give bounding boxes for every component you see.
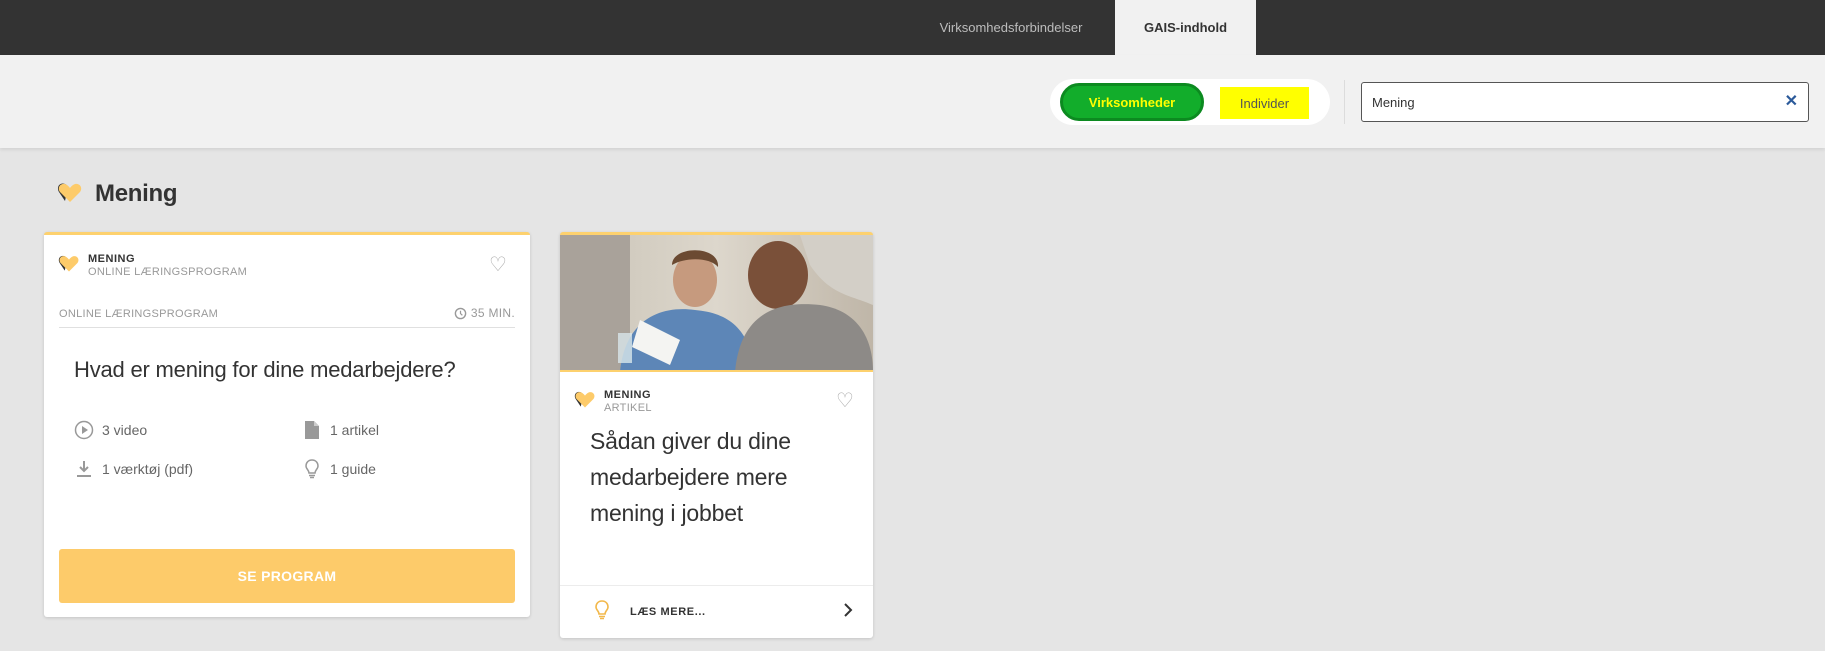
tab-gais-indhold[interactable]: GAIS-indhold xyxy=(1115,0,1256,55)
heart-icon xyxy=(574,389,596,414)
resource-item: 3 video xyxy=(74,420,147,440)
top-nav: Virksomhedsforbindelser GAIS-indhold xyxy=(0,0,1825,55)
chevron-right-icon[interactable] xyxy=(843,603,853,622)
card-category: MENING xyxy=(604,389,651,401)
lightbulb-icon xyxy=(594,600,610,625)
resource-label: 1 artikel xyxy=(330,422,380,438)
card-meta: ONLINE LÆRINGSPROGRAM 35 MIN. xyxy=(59,306,515,328)
search-input[interactable] xyxy=(1372,83,1772,121)
filter-bar: Virksomheder Individer ✕ xyxy=(0,55,1825,148)
favorite-heart-icon[interactable]: ♡ xyxy=(489,255,507,275)
section-title: Mening xyxy=(95,180,178,207)
card-subcategory: ONLINE LÆRINGSPROGRAM xyxy=(88,266,248,278)
duration: 35 MIN. xyxy=(454,306,515,320)
section-heading: Mening xyxy=(57,180,178,208)
card-header: MENING ARTIKEL xyxy=(574,389,652,415)
see-program-button[interactable]: SE PROGRAM xyxy=(59,549,515,603)
play-icon xyxy=(74,420,94,440)
card-subcategory: ARTIKEL xyxy=(604,402,652,414)
card-category: MENING xyxy=(88,253,135,265)
document-icon xyxy=(302,420,322,440)
duration-text: 35 MIN. xyxy=(470,306,515,320)
card-footer[interactable]: LÆS MERE... xyxy=(560,585,873,638)
lightbulb-icon xyxy=(302,459,322,479)
close-icon[interactable]: ✕ xyxy=(1785,93,1798,111)
resource-label: 3 video xyxy=(102,422,148,438)
search-box: ✕ xyxy=(1361,82,1809,122)
content-type: ONLINE LÆRINGSPROGRAM xyxy=(59,308,219,320)
heart-icon xyxy=(57,181,83,208)
program-card[interactable]: MENING ONLINE LÆRINGSPROGRAM ♡ ONLINE LÆ… xyxy=(44,232,530,617)
card-header: MENING ONLINE LÆRINGSPROGRAM xyxy=(58,253,247,279)
article-image xyxy=(560,235,873,372)
divider xyxy=(1344,80,1345,124)
article-card[interactable]: MENING ARTIKEL ♡ Sådan giver du dine med… xyxy=(560,232,873,638)
tab-virksomhedsforbindelser[interactable]: Virksomhedsforbindelser xyxy=(920,0,1102,55)
favorite-heart-icon[interactable]: ♡ xyxy=(836,391,854,411)
card-title[interactable]: Sådan giver du dine medarbejdere mere me… xyxy=(590,423,850,531)
resource-label: 1 værktøj (pdf) xyxy=(102,461,194,477)
resource-item: 1 guide xyxy=(302,459,376,479)
audience-toggle: Virksomheder Individer xyxy=(1050,79,1330,125)
resource-label: 1 guide xyxy=(330,461,376,477)
toggle-companies-button[interactable]: Virksomheder xyxy=(1060,83,1204,121)
heart-icon xyxy=(58,253,80,278)
download-icon xyxy=(74,459,94,479)
clock-icon xyxy=(454,307,467,319)
resource-item: 1 værktøj (pdf) xyxy=(74,459,193,479)
read-more-link[interactable]: LÆS MERE... xyxy=(630,606,706,618)
resource-item: 1 artikel xyxy=(302,420,379,440)
card-title[interactable]: Hvad er mening for dine medarbejdere? xyxy=(74,357,456,383)
toggle-individuals-button[interactable]: Individer xyxy=(1220,87,1309,119)
